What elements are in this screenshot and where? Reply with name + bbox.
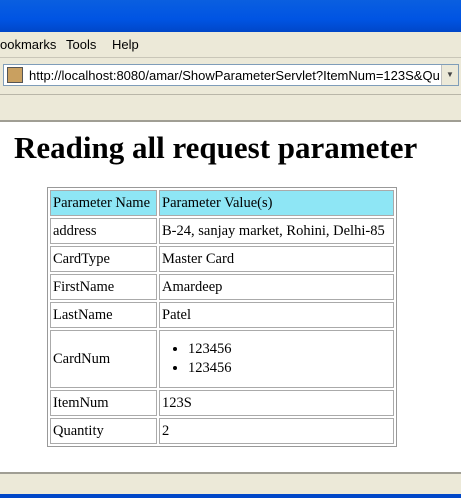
value-list: 123456123456 — [162, 340, 391, 378]
param-name: ItemNum — [50, 390, 157, 416]
param-value: Patel — [159, 302, 394, 328]
toolbar — [0, 95, 461, 122]
menu-help[interactable]: Help — [112, 37, 139, 52]
menu-bar: ookmarks Tools Help — [0, 32, 461, 58]
table-row: Quantity 2 — [50, 418, 394, 444]
param-value: B-24, sanjay market, Rohini, Delhi-85 — [159, 218, 394, 244]
header-value: Parameter Value(s) — [159, 190, 394, 216]
param-name: Quantity — [50, 418, 157, 444]
param-value: Master Card — [159, 246, 394, 272]
param-value: 2 — [159, 418, 394, 444]
param-value: 123456123456 — [159, 330, 394, 388]
url-text: http://localhost:8080/amar/ShowParameter… — [29, 68, 440, 83]
table-row: LastName Patel — [50, 302, 394, 328]
status-bar — [0, 472, 461, 496]
page-content: Reading all request parameter Parameter … — [0, 122, 461, 472]
parameter-table: Parameter Name Parameter Value(s) address… — [47, 187, 397, 447]
param-name: address — [50, 218, 157, 244]
param-value: Amardeep — [159, 274, 394, 300]
table-header: Parameter Name Parameter Value(s) — [50, 190, 394, 216]
table-row: FirstName Amardeep — [50, 274, 394, 300]
header-name: Parameter Name — [50, 190, 157, 216]
table-row: ItemNum 123S — [50, 390, 394, 416]
list-item: 123456 — [188, 340, 391, 359]
table-row: address B-24, sanjay market, Rohini, Delh… — [50, 218, 394, 244]
list-item: 123456 — [188, 359, 391, 378]
page-title: Reading all request parameter — [14, 130, 418, 165]
address-bar: http://localhost:8080/amar/ShowParameter… — [0, 58, 461, 95]
dropdown-arrow-icon[interactable]: ▼ — [441, 65, 458, 85]
title-bar — [0, 0, 461, 32]
menu-bookmarks[interactable]: ookmarks — [0, 37, 56, 52]
param-value: 123S — [159, 390, 394, 416]
param-name: LastName — [50, 302, 157, 328]
taskbar-edge — [0, 494, 461, 498]
param-name: FirstName — [50, 274, 157, 300]
table-row: CardType Master Card — [50, 246, 394, 272]
site-icon — [7, 67, 23, 83]
url-input[interactable]: http://localhost:8080/amar/ShowParameter… — [3, 64, 459, 86]
param-name: CardType — [50, 246, 157, 272]
param-name: CardNum — [50, 330, 157, 388]
menu-tools[interactable]: Tools — [66, 37, 96, 52]
table-row: CardNum123456123456 — [50, 330, 394, 388]
